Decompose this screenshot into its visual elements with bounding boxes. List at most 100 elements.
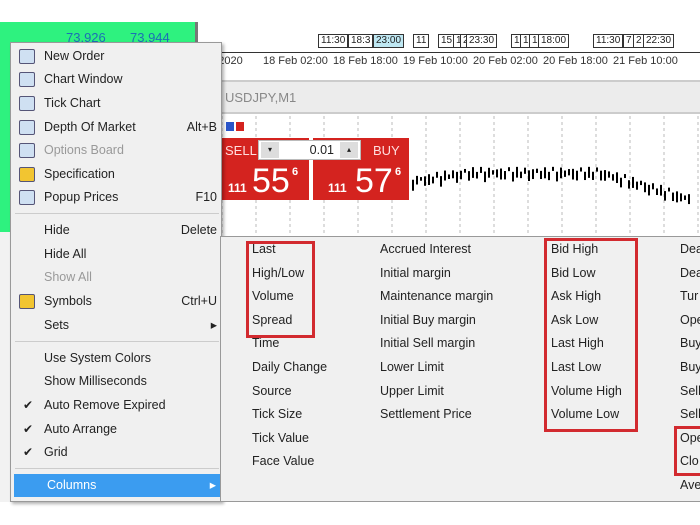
column-option[interactable]: Dea [680,266,700,280]
menu-item-label: Symbols [44,294,92,308]
candle [544,167,546,179]
menu-item-label: Options Board [44,143,124,157]
column-option[interactable]: Sell [680,384,700,398]
candle [648,184,650,196]
menu-item-columns[interactable]: Columns ▸ [14,474,220,497]
menu-item-tick-chart[interactable]: Tick Chart [11,92,221,115]
candle [680,193,682,202]
event-marker[interactable]: 23:00 [373,34,405,48]
column-option[interactable]: Upper Limit [380,384,444,398]
event-marker[interactable]: 18:3 [348,34,374,48]
menu-item-symbols[interactable]: Symbols Ctrl+U [11,290,221,313]
menu-item-label: Grid [44,445,68,459]
candle [564,170,566,177]
event-marker[interactable]: 22:30 [643,34,675,48]
time-axis-label: 18 Feb 02:00 [263,55,328,67]
menu-item-show-milliseconds[interactable]: Show Milliseconds [11,370,221,393]
candle [456,171,458,183]
candle [540,170,542,180]
chart-title: USDJPY,M1 [225,90,297,105]
column-option[interactable]: Dea [680,242,700,256]
column-option[interactable]: Ave [680,478,700,492]
column-option[interactable]: Maintenance margin [380,289,493,303]
column-option[interactable]: Tick Size [252,407,302,421]
event-marker[interactable]: 11:30 [318,34,349,48]
column-option[interactable]: Accrued Interest [380,242,471,256]
column-option[interactable]: Buy [680,360,700,374]
column-option[interactable]: Source [252,384,292,398]
sell-prefix: 111 [228,181,247,195]
menu-item-label: Show Milliseconds [44,374,147,388]
highlight-box [246,241,315,338]
column-option[interactable]: Daily Change [252,360,327,374]
menu-shortcut: ▸ [209,478,216,492]
menu-item-label: Auto Arrange [44,422,117,436]
buy-label: BUY [373,143,400,158]
column-option[interactable]: Tur [680,289,698,303]
lot-value[interactable]: 0.01 [310,143,334,157]
event-marker[interactable]: 23:30 [466,34,498,48]
menu-shortcut: Ctrl+U [181,294,217,308]
candle [588,166,590,178]
menu-item-grid[interactable]: ✔ Grid [11,441,221,464]
candle [552,166,554,171]
sell-price: 55 [252,162,290,200]
candle [580,167,582,172]
candle [472,167,474,178]
column-option[interactable]: Buy [680,336,700,350]
time-axis-line [198,52,700,53]
column-option[interactable]: Tick Value [252,431,309,445]
candle [624,174,626,179]
column-option[interactable]: Sell [680,407,700,421]
candle [496,169,498,178]
column-option[interactable]: Initial margin [380,266,451,280]
column-option[interactable]: Settlement Price [380,407,472,421]
candle [668,187,670,192]
menu-item-new-order[interactable]: New Order [11,45,221,68]
buy-prefix: 111 [328,181,347,195]
menu-item-depth-of-market[interactable]: Depth Of Market Alt+B [11,116,221,139]
candle [440,176,442,187]
columns-submenu: Last High/Low Volume Spread Time Daily Change… [220,236,700,502]
lot-stepper[interactable]: ▾ 0.01 ▴ [258,140,361,160]
menu-item-auto-arrange[interactable]: ✔ Auto Arrange [11,418,221,441]
menu-item-popup-prices[interactable]: Popup Prices F10 [11,186,221,209]
column-option[interactable]: Initial Sell margin [380,336,475,350]
candle [460,170,462,180]
column-option[interactable]: Ope [680,313,700,327]
menu-item-label: Tick Chart [44,96,101,110]
menu-item-options-board[interactable]: Options Board [11,139,221,162]
menu-item-label: Popup Prices [44,190,119,204]
menu-item-specification[interactable]: Specification [11,163,221,186]
candle [488,167,490,178]
menu-item-auto-remove-expired[interactable]: ✔ Auto Remove Expired [11,394,221,417]
candle [524,167,526,174]
menu-item-label: Depth Of Market [44,120,136,134]
one-click-icon-red [236,122,244,131]
candle [600,170,602,181]
menu-item-label: New Order [44,49,105,63]
menu-item-show-all[interactable]: Show All [11,266,221,289]
candle [568,169,570,176]
event-marker[interactable]: 11:30 [593,34,624,48]
menu-item-label: Hide [44,223,70,237]
menu-item-hide[interactable]: Hide Delete [11,219,221,242]
candle [604,170,606,181]
column-option[interactable]: Face Value [252,454,314,468]
menu-item-chart-window[interactable]: Chart Window [11,68,221,91]
menu-item-hide-all[interactable]: Hide All [11,243,221,266]
event-marker[interactable]: 11 [413,34,430,48]
column-option[interactable]: Lower Limit [380,360,444,374]
increase-icon[interactable]: ▴ [340,142,358,158]
column-option[interactable]: Initial Buy margin [380,313,476,327]
column-option[interactable]: Time [252,336,279,350]
menu-item-label: Chart Window [44,72,123,86]
menu-item-sets[interactable]: Sets ▸ [11,314,221,337]
event-marker[interactable]: 18:00 [538,34,570,48]
buy-sup: 6 [395,166,402,178]
candle [636,181,638,190]
decrease-icon[interactable]: ▾ [261,142,279,158]
menu-item-use-system-colors[interactable]: Use System Colors [11,347,221,370]
candle [532,169,534,180]
candle [428,174,430,186]
